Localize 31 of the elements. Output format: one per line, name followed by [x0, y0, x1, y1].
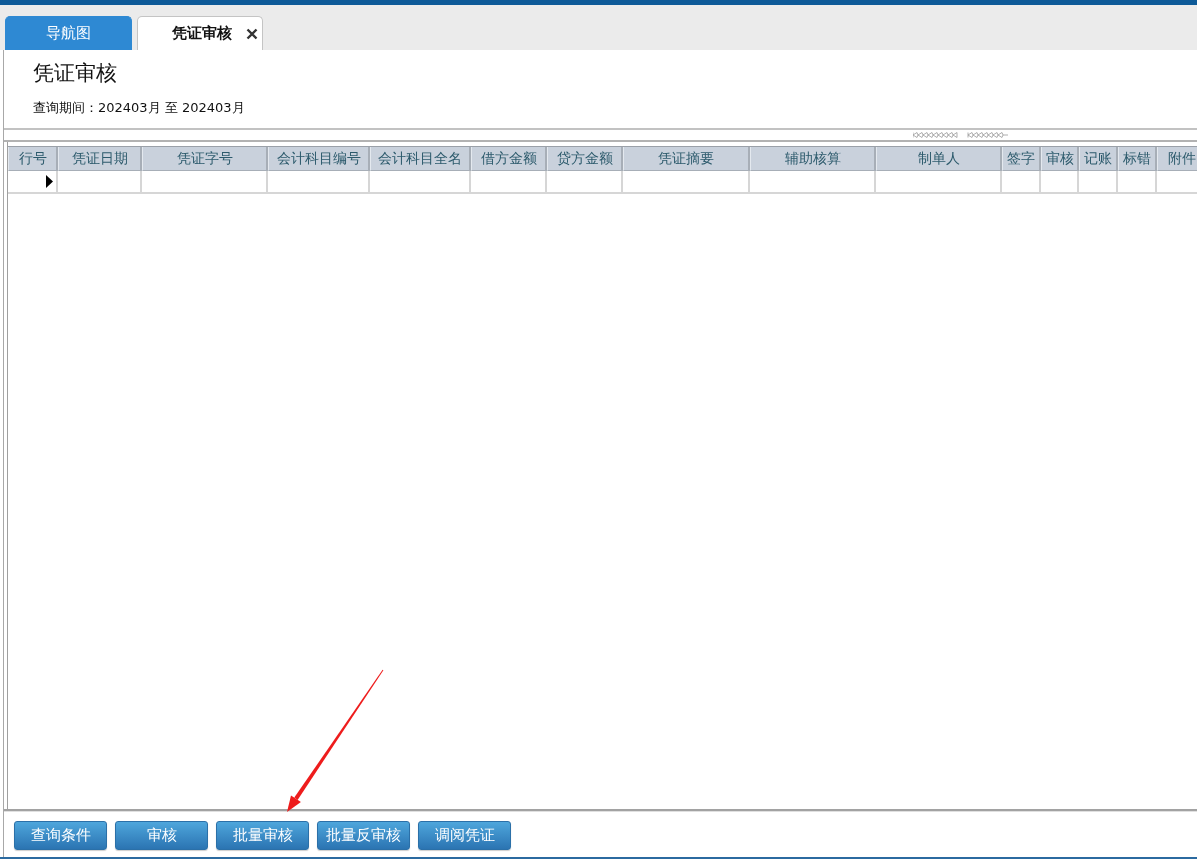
- table-cell: [1079, 171, 1118, 194]
- row-indicator-icon: [46, 175, 53, 188]
- tab[interactable]: 凭证审核: [137, 16, 263, 50]
- table-cell: [1118, 171, 1157, 194]
- column-header[interactable]: 会计科目全名: [370, 147, 471, 171]
- splitter-grip-icon[interactable]: [913, 132, 1009, 138]
- table-cell: [1041, 171, 1079, 194]
- column-header[interactable]: 行号: [8, 147, 58, 171]
- column-header[interactable]: 制单人: [876, 147, 1002, 171]
- action-button[interactable]: 审核: [115, 821, 208, 850]
- column-header[interactable]: 凭证字号: [142, 147, 268, 171]
- column-header[interactable]: 贷方金额: [547, 147, 623, 171]
- table-cell: [1002, 171, 1041, 194]
- action-button[interactable]: 查询条件: [14, 821, 107, 850]
- column-header[interactable]: 会计科目编号: [268, 147, 370, 171]
- action-button[interactable]: 调阅凭证: [418, 821, 511, 850]
- column-header[interactable]: 签字: [1002, 147, 1041, 171]
- column-header[interactable]: 借方金额: [471, 147, 547, 171]
- column-header[interactable]: 标错: [1118, 147, 1157, 171]
- column-header[interactable]: 附件: [1157, 147, 1197, 171]
- query-period-text: 查询期间：202403月 至 202403月: [33, 99, 245, 117]
- column-header[interactable]: 凭证日期: [58, 147, 142, 171]
- page-title: 凭证审核: [33, 60, 117, 87]
- action-button[interactable]: 批量反审核: [317, 821, 410, 850]
- tab[interactable]: 导航图: [5, 16, 132, 50]
- column-header[interactable]: 凭证摘要: [623, 147, 750, 171]
- action-button[interactable]: 批量审核: [216, 821, 309, 850]
- column-header[interactable]: 记账: [1079, 147, 1118, 171]
- column-header[interactable]: 辅助核算: [750, 147, 876, 171]
- column-header[interactable]: 审核: [1041, 147, 1079, 171]
- close-icon[interactable]: [246, 27, 258, 40]
